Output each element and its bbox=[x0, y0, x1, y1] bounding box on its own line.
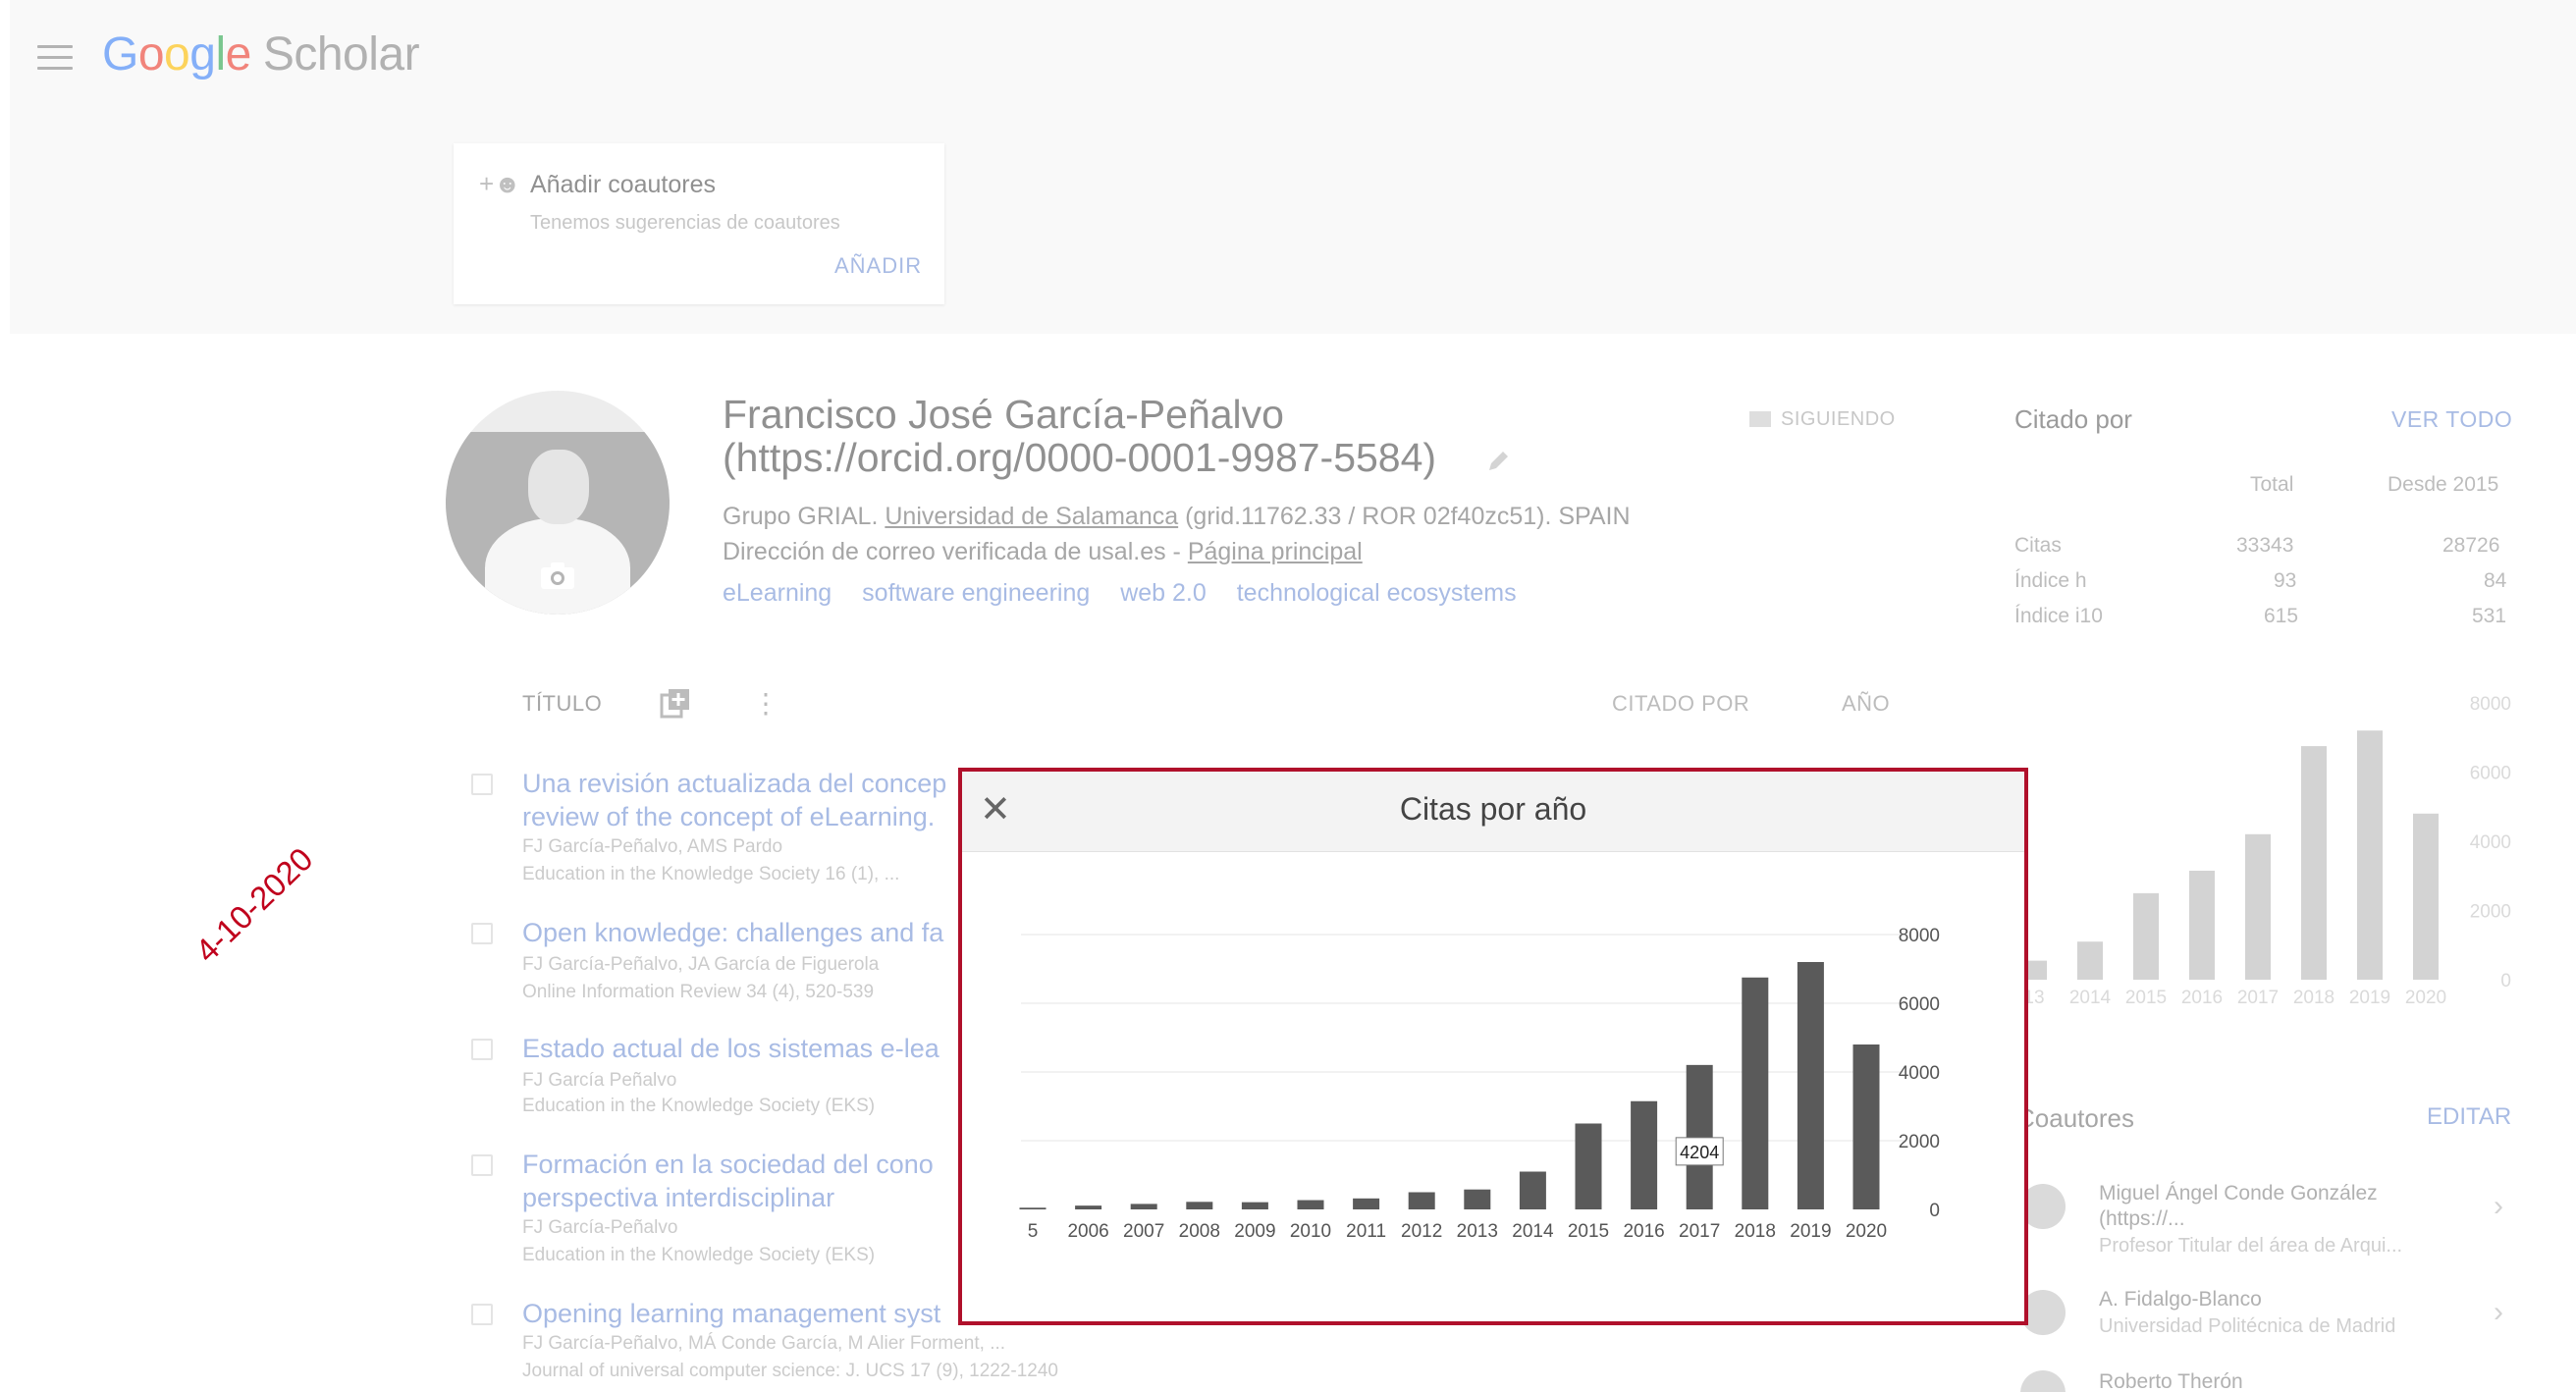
bar-tooltip-value: 4204 bbox=[1680, 1143, 1719, 1162]
y-tick-label: 2000 bbox=[1899, 1132, 1940, 1152]
bar-2007[interactable] bbox=[1130, 1204, 1157, 1209]
bar-2014[interactable] bbox=[1519, 1171, 1546, 1210]
bar-2016[interactable] bbox=[1631, 1100, 1658, 1209]
x-tick-label: 2020 bbox=[1846, 1221, 1887, 1242]
x-tick-label: 2008 bbox=[1179, 1221, 1220, 1242]
y-tick-label: 8000 bbox=[1899, 926, 1940, 946]
bar-2008[interactable] bbox=[1186, 1202, 1213, 1209]
bar-2020[interactable] bbox=[1852, 1044, 1880, 1209]
citations-per-year-dialog: Citas por año ✕ 0 2000 4000 6000 8000 5 2006 20… bbox=[958, 768, 2028, 1325]
bar-2009[interactable] bbox=[1241, 1202, 1268, 1209]
bar-2012[interactable] bbox=[1408, 1192, 1435, 1210]
x-tick-label: 2009 bbox=[1234, 1221, 1275, 1242]
bar-2018[interactable] bbox=[1742, 977, 1769, 1209]
x-tick-label: 2014 bbox=[1512, 1221, 1554, 1242]
bar-2019[interactable] bbox=[1797, 962, 1824, 1209]
x-tick-label: 2010 bbox=[1290, 1221, 1331, 1242]
bar-2006[interactable] bbox=[1075, 1205, 1102, 1209]
x-tick-label: 2015 bbox=[1568, 1221, 1609, 1242]
citations-per-year-chart: 0 2000 4000 6000 8000 5 2006 2007 2008 2009 2010 20… bbox=[1019, 926, 1940, 1242]
x-tick-label: 2019 bbox=[1790, 1221, 1831, 1242]
bar-2011[interactable] bbox=[1353, 1198, 1380, 1209]
x-tick-label: 2016 bbox=[1623, 1221, 1664, 1242]
x-tick-label: 2013 bbox=[1457, 1221, 1498, 1242]
bar-2015[interactable] bbox=[1575, 1123, 1602, 1210]
x-tick-label: 2017 bbox=[1679, 1221, 1720, 1242]
page: Google Scholar +☻ Añadir coautores Tenemo… bbox=[0, 0, 2576, 1392]
y-tick-label: 6000 bbox=[1899, 994, 1940, 1015]
y-tick-label: 4000 bbox=[1899, 1063, 1940, 1084]
x-tick-label: 2012 bbox=[1401, 1221, 1442, 1242]
x-tick-label: 5 bbox=[1028, 1221, 1039, 1242]
bar-2010[interactable] bbox=[1297, 1200, 1324, 1209]
close-icon[interactable]: ✕ bbox=[980, 785, 1011, 834]
x-tick-label: 2018 bbox=[1735, 1221, 1776, 1242]
x-tick-label: 2011 bbox=[1346, 1221, 1386, 1242]
x-tick-label: 2006 bbox=[1067, 1221, 1108, 1242]
bar-2005[interactable] bbox=[1019, 1207, 1046, 1209]
dialog-title: Citas por año bbox=[1399, 791, 1587, 827]
x-tick-label: 2007 bbox=[1123, 1221, 1164, 1242]
bar-2013[interactable] bbox=[1464, 1189, 1491, 1209]
y-tick-label: 0 bbox=[1929, 1201, 1940, 1221]
